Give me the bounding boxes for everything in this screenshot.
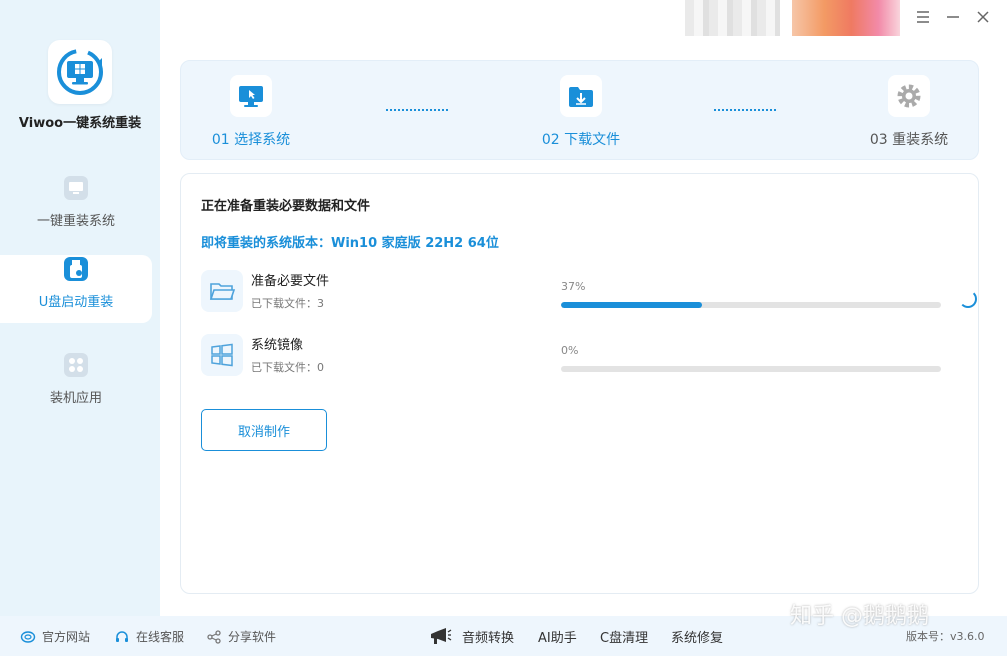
- step-label: 03 重装系统: [869, 132, 949, 148]
- progress-bar: [561, 302, 941, 308]
- task-percent: 0%: [561, 344, 579, 357]
- minimize-icon[interactable]: [944, 8, 962, 26]
- sidebar-item-label: 一键重装系统: [36, 214, 115, 229]
- online-support-link[interactable]: 在线客服: [114, 628, 184, 645]
- tool-audio-convert[interactable]: 音频转换: [462, 627, 514, 646]
- blurred-avatar-region: [792, 0, 900, 36]
- globe-icon: [20, 630, 36, 643]
- apps-grid-icon: [64, 353, 88, 377]
- headset-icon: [116, 630, 128, 642]
- sidebar-item-install-apps[interactable]: 装机应用: [0, 351, 152, 419]
- version-label: 版本号：v3.6.0: [906, 630, 985, 643]
- usb-drive-icon: [64, 257, 88, 281]
- official-website-link[interactable]: 官方网站: [20, 628, 90, 645]
- menu-icon[interactable]: [914, 8, 932, 26]
- footer-link-label: 在线客服: [136, 630, 185, 644]
- app-logo-icon: [57, 49, 103, 95]
- task-downloaded-count: 已下载文件：0: [251, 361, 324, 374]
- step-connector: [386, 109, 448, 111]
- tool-system-repair[interactable]: 系统修复: [671, 627, 723, 646]
- folder-icon: [201, 270, 243, 312]
- app-logo: [48, 40, 112, 104]
- main-panel: 正在准备重装必要数据和文件 即将重装的系统版本：Win10 家庭版 22H2 6…: [180, 173, 979, 594]
- step-label: 02 下载文件: [541, 132, 621, 148]
- blurred-region: [685, 0, 780, 36]
- share-software-link[interactable]: 分享软件: [206, 628, 276, 645]
- sidebar: Viwoo一键系统重装 一键重装系统 U盘启动重装 装机应用: [0, 0, 160, 616]
- step-connector: [714, 109, 776, 111]
- task-downloaded-count: 已下载文件：3: [251, 297, 324, 310]
- panel-title: 正在准备重装必要数据和文件: [201, 199, 371, 214]
- task-percent: 37%: [561, 280, 586, 293]
- monitor-cursor-icon: [230, 75, 272, 117]
- download-folder-icon: [560, 75, 602, 117]
- megaphone-icon: [431, 628, 452, 644]
- target-version-line: 即将重装的系统版本：Win10 家庭版 22H2 64位: [201, 236, 499, 251]
- close-icon[interactable]: [974, 8, 992, 26]
- sidebar-item-usb-reinstall[interactable]: U盘启动重装: [0, 255, 152, 323]
- watermark: 知乎 @鹅鹅鹅: [790, 604, 929, 629]
- step-select-system: 01 选择系统: [191, 75, 311, 149]
- progress-bar: [561, 366, 941, 372]
- gear-icon: [888, 75, 930, 117]
- sidebar-item-label: 装机应用: [49, 391, 102, 406]
- monitor-reinstall-icon: [64, 176, 88, 200]
- footer-link-label: 官方网站: [42, 630, 91, 644]
- task-name: 系统镜像: [251, 338, 304, 353]
- cancel-button[interactable]: 取消制作: [201, 409, 327, 451]
- step-indicator: 01 选择系统 02 下载文件 03 重装系统: [180, 60, 979, 160]
- task-name: 准备必要文件: [251, 274, 330, 289]
- tool-c-drive-cleanup[interactable]: C盘清理: [600, 627, 648, 646]
- task-row: 准备必要文件 已下载文件：3 37%: [201, 268, 961, 318]
- sidebar-item-one-click-reinstall[interactable]: 一键重装系统: [0, 174, 152, 242]
- step-label: 01 选择系统: [211, 132, 291, 148]
- app-title: Viwoo一键系统重装: [18, 116, 142, 131]
- tool-ai-assistant[interactable]: AI助手: [538, 627, 577, 646]
- loading-spinner-icon: [959, 290, 977, 308]
- step-reinstall-system: 03 重装系统: [849, 75, 969, 149]
- share-icon: [207, 629, 221, 644]
- step-download-files: 02 下载文件: [521, 75, 641, 149]
- footer-link-label: 分享软件: [228, 630, 277, 644]
- sidebar-item-label: U盘启动重装: [38, 295, 114, 310]
- windows-logo-icon: [201, 334, 243, 376]
- progress-fill: [561, 302, 702, 308]
- task-row: 系统镜像 已下载文件：0 0%: [201, 332, 961, 382]
